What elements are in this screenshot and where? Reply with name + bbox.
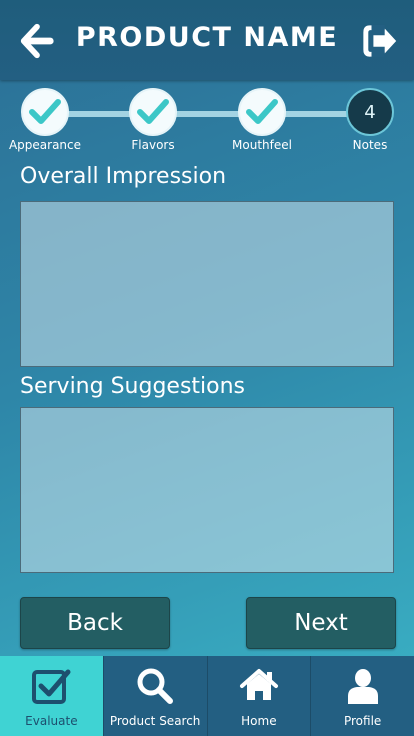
step-flavors[interactable]: Flavors <box>103 88 203 152</box>
step-label-mouthfeel: Mouthfeel <box>232 138 292 152</box>
nav-label-profile: Profile <box>343 714 382 728</box>
app-header: PRODUCT NAME <box>0 0 414 80</box>
checkmark-icon <box>137 99 169 124</box>
step-label-appearance: Appearance <box>8 138 82 152</box>
step-label-flavors: Flavors <box>131 138 175 152</box>
checkbox-icon <box>32 669 71 704</box>
search-icon <box>137 668 174 704</box>
step-notes[interactable]: 4 Notes <box>320 88 414 152</box>
nav-item-profile[interactable]: Profile <box>310 656 414 736</box>
step-circle-mouthfeel[interactable] <box>238 88 286 136</box>
bottom-nav: Evaluate Product Search Home Profile <box>0 656 414 736</box>
nav-label-evaluate: Evaluate <box>25 714 78 728</box>
page-title: PRODUCT NAME <box>75 22 339 53</box>
checkmark-icon <box>246 99 278 124</box>
nav-label-product-search: Product Search <box>109 714 201 728</box>
step-number: 4 <box>364 101 376 123</box>
step-label-notes: Notes <box>352 138 388 152</box>
nav-item-home[interactable]: Home <box>206 656 311 736</box>
serving-suggestions-input[interactable] <box>20 407 394 573</box>
back-button[interactable]: Back <box>20 597 170 649</box>
nav-label-home: Home <box>241 714 277 728</box>
step-mouthfeel[interactable]: Mouthfeel <box>212 88 312 152</box>
next-button[interactable]: Next <box>246 597 396 649</box>
nav-item-evaluate[interactable]: Evaluate <box>0 656 103 736</box>
step-appearance[interactable]: Appearance <box>0 88 95 152</box>
overall-impression-label: Overall Impression <box>20 164 227 189</box>
progress-stepper: Appearance Flavors Mouthfeel 4 Notes <box>0 86 414 156</box>
nav-item-product-search[interactable]: Product Search <box>102 656 207 736</box>
overall-impression-input[interactable] <box>20 201 394 367</box>
checkmark-icon <box>29 99 61 124</box>
profile-icon <box>347 669 378 704</box>
serving-suggestions-label: Serving Suggestions <box>20 374 246 399</box>
home-icon <box>239 669 278 700</box>
logout-icon[interactable] <box>362 22 400 60</box>
step-circle-notes[interactable]: 4 <box>346 88 394 136</box>
step-circle-flavors[interactable] <box>129 88 177 136</box>
step-circle-appearance[interactable] <box>21 88 69 136</box>
